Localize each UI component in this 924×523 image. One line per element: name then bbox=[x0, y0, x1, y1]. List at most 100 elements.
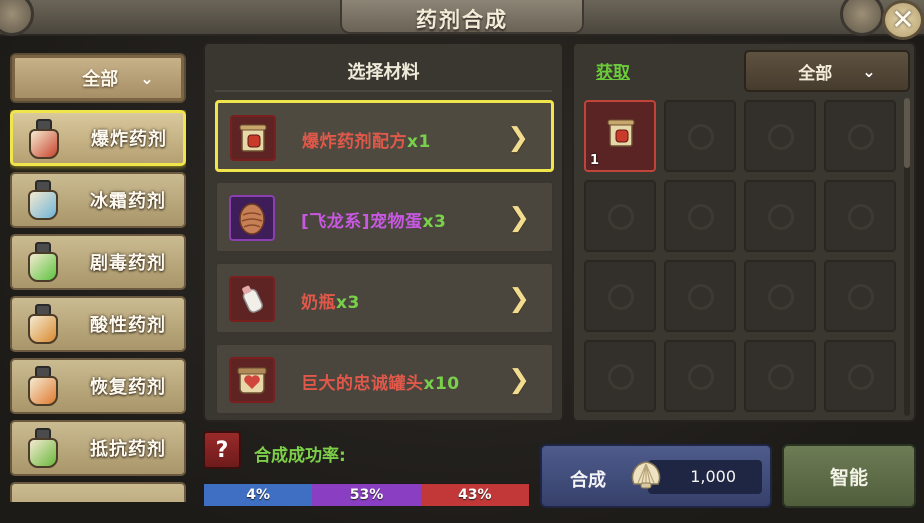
inventory-slot-empty[interactable] bbox=[664, 180, 736, 252]
craft-cost-box: 1,000 bbox=[648, 460, 762, 494]
inventory-slot-empty[interactable] bbox=[824, 340, 896, 412]
empty-slot-icon bbox=[768, 204, 794, 230]
potion-bag-icon bbox=[27, 119, 65, 161]
inventory-slot-empty[interactable] bbox=[824, 180, 896, 252]
category-item[interactable]: 冰霜药剂 bbox=[10, 172, 186, 228]
material-row[interactable]: 巨大的忠诚罐头x10 ❯ bbox=[215, 343, 554, 415]
empty-slot-icon bbox=[608, 364, 634, 390]
inventory-slot-empty[interactable] bbox=[744, 340, 816, 412]
title-bar: 药剂合成 ✕ bbox=[0, 0, 924, 40]
inventory-slot-empty[interactable] bbox=[664, 260, 736, 332]
category-item[interactable]: 剧毒药剂 bbox=[10, 234, 186, 290]
craft-button[interactable]: 合成 1,000 bbox=[540, 444, 772, 508]
window-title: 药剂合成 bbox=[416, 8, 508, 32]
category-item[interactable]: 恢复药剂 bbox=[10, 358, 186, 414]
corner-ornament-icon bbox=[840, 0, 884, 36]
success-rate-segment: 53% bbox=[312, 484, 421, 506]
smart-button[interactable]: 智能 bbox=[782, 444, 916, 508]
obtain-filter-dropdown[interactable]: 全部 ⌄ bbox=[744, 50, 910, 92]
window-frame: 药剂合成 ✕ 全部 ⌄ 爆炸药剂冰霜药剂剧毒药剂酸性药剂恢复药剂抵抗药剂 选择材… bbox=[0, 0, 924, 523]
chevron-right-icon[interactable]: ❯ bbox=[508, 284, 530, 314]
potion-bag-icon bbox=[26, 304, 64, 346]
material-row[interactable]: 爆炸药剂配方x1 ❯ bbox=[215, 100, 554, 172]
pet-egg-icon bbox=[229, 195, 275, 241]
title-plate: 药剂合成 bbox=[340, 0, 584, 34]
material-name-text: 爆炸药剂配方 bbox=[302, 132, 407, 152]
empty-slot-icon bbox=[848, 124, 874, 150]
material-name: 爆炸药剂配方x1 bbox=[302, 127, 431, 152]
potion-bag-icon bbox=[26, 428, 64, 470]
empty-slot-icon bbox=[688, 364, 714, 390]
success-rate-segment: 4% bbox=[204, 484, 313, 506]
inventory-slot-empty[interactable] bbox=[824, 100, 896, 172]
close-button[interactable]: ✕ bbox=[882, 0, 924, 40]
material-name-text: 巨大的忠诚罐头 bbox=[301, 374, 424, 394]
category-filter-dropdown[interactable]: 全部 ⌄ bbox=[10, 53, 186, 103]
empty-slot-icon bbox=[768, 124, 794, 150]
material-quantity: x3 bbox=[422, 212, 447, 232]
material-quantity: x1 bbox=[407, 132, 431, 152]
empty-slot-icon bbox=[688, 124, 714, 150]
category-list[interactable]: 爆炸药剂冰霜药剂剧毒药剂酸性药剂恢复药剂抵抗药剂 bbox=[10, 110, 186, 502]
potion-bag-icon bbox=[26, 180, 64, 222]
help-button[interactable]: ? bbox=[203, 431, 241, 469]
inventory-slot-empty[interactable] bbox=[744, 180, 816, 252]
milk-bottle-icon bbox=[229, 276, 275, 322]
category-label: 恢复药剂 bbox=[90, 377, 166, 398]
obtain-panel: 获取 全部 ⌄ 1 bbox=[572, 42, 916, 422]
craft-cost: 1,000 bbox=[690, 467, 736, 486]
obtain-link[interactable]: 获取 bbox=[596, 58, 630, 83]
divider bbox=[215, 90, 552, 92]
inventory-slot-empty[interactable] bbox=[744, 260, 816, 332]
category-label: 爆炸药剂 bbox=[91, 129, 167, 150]
material-name: 巨大的忠诚罐头x10 bbox=[301, 369, 460, 394]
obtain-filter-label: 全部 bbox=[798, 63, 833, 84]
success-rate-segment: 43% bbox=[420, 484, 529, 506]
inventory-slot-empty[interactable] bbox=[584, 180, 656, 252]
category-item[interactable]: 酸性药剂 bbox=[10, 296, 186, 352]
empty-slot-icon bbox=[608, 204, 634, 230]
empty-slot-icon bbox=[848, 204, 874, 230]
material-row[interactable]: 奶瓶x3 ❯ bbox=[215, 262, 554, 334]
craft-button-label: 合成 bbox=[570, 470, 606, 491]
materials-header: 选择材料 bbox=[347, 62, 420, 83]
chevron-right-icon[interactable]: ❯ bbox=[508, 365, 530, 395]
chevron-down-icon: ⌄ bbox=[862, 61, 876, 81]
inventory-slot-empty[interactable] bbox=[824, 260, 896, 332]
inventory-slot[interactable]: 1 bbox=[584, 100, 656, 172]
success-rate-bar: 4% 53% 43% bbox=[203, 483, 530, 507]
category-label: 抵抗药剂 bbox=[90, 439, 166, 460]
slot-count: 1 bbox=[590, 153, 600, 168]
recipe-scroll-icon bbox=[230, 115, 276, 161]
inventory-slot-empty[interactable] bbox=[584, 340, 656, 412]
potion-bag-icon bbox=[26, 366, 64, 408]
scrollbar[interactable] bbox=[904, 98, 910, 416]
scrollbar-thumb[interactable] bbox=[904, 98, 910, 168]
category-label: 冰霜药剂 bbox=[90, 191, 166, 212]
empty-slot-icon bbox=[688, 284, 714, 310]
material-row[interactable]: [飞龙系]宠物蛋x3 ❯ bbox=[215, 181, 554, 253]
empty-slot-icon bbox=[848, 284, 874, 310]
category-item[interactable]: 抵抗药剂 bbox=[10, 420, 186, 476]
material-quantity: x3 bbox=[336, 293, 360, 313]
category-item[interactable] bbox=[10, 482, 186, 502]
materials-panel: 选择材料 爆炸药剂配方x1 ❯ [飞龙系]宠物蛋x3 ❯ 奶瓶x3 ❯ 巨大的忠诚罐头x10… bbox=[203, 42, 564, 422]
empty-slot-icon bbox=[688, 204, 714, 230]
material-name: 奶瓶x3 bbox=[301, 288, 360, 313]
chevron-right-icon[interactable]: ❯ bbox=[508, 203, 530, 233]
shell-icon bbox=[631, 461, 661, 489]
inventory-slot-empty[interactable] bbox=[664, 100, 736, 172]
recipe-scroll-icon bbox=[604, 116, 638, 154]
empty-slot-icon bbox=[768, 364, 794, 390]
material-quantity: x10 bbox=[423, 374, 460, 394]
empty-slot-icon bbox=[608, 284, 634, 310]
material-name: [飞龙系]宠物蛋x3 bbox=[301, 207, 446, 232]
inventory-slot-empty[interactable] bbox=[664, 340, 736, 412]
empty-slot-icon bbox=[768, 284, 794, 310]
inventory-slot-empty[interactable] bbox=[584, 260, 656, 332]
close-icon: ✕ bbox=[891, 3, 915, 36]
chevron-right-icon[interactable]: ❯ bbox=[507, 123, 529, 153]
material-name-text: [飞龙系]宠物蛋 bbox=[301, 212, 423, 232]
inventory-slot-empty[interactable] bbox=[744, 100, 816, 172]
category-item[interactable]: 爆炸药剂 bbox=[10, 110, 186, 166]
